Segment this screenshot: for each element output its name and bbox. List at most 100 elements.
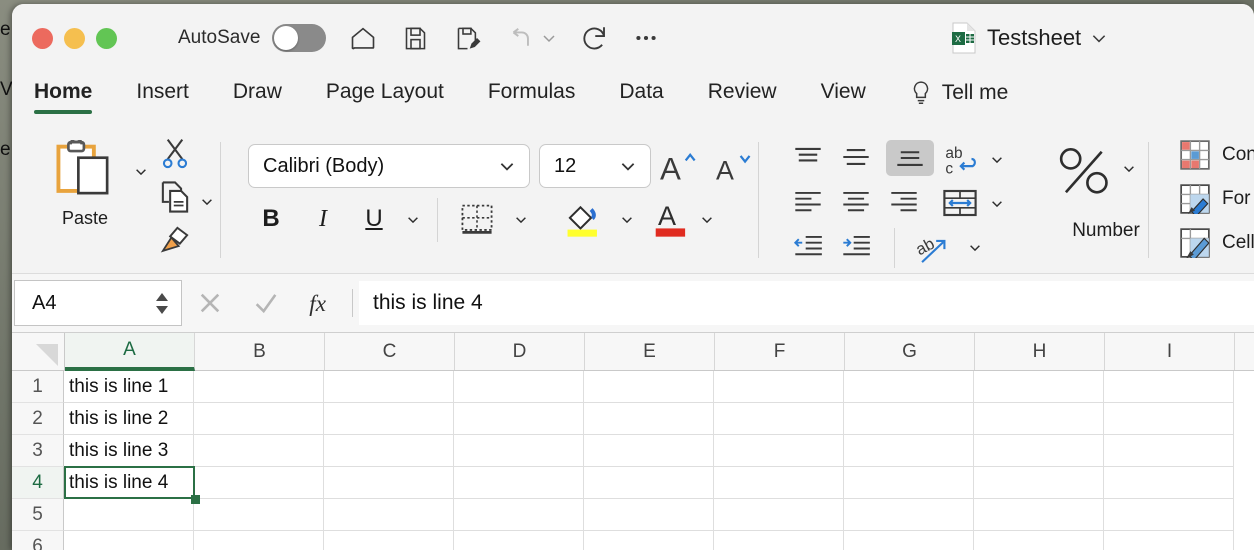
bold-button[interactable]: B: [254, 200, 288, 238]
underline-button[interactable]: U: [357, 200, 391, 238]
cell-H1[interactable]: [974, 371, 1104, 403]
cell-A5[interactable]: [64, 499, 194, 531]
tell-me-button[interactable]: Tell me: [910, 72, 1009, 106]
increase-indent-button[interactable]: [838, 230, 874, 260]
save-icon[interactable]: [400, 23, 430, 53]
conditional-formatting-button[interactable]: Con: [1180, 140, 1254, 170]
decrease-indent-button[interactable]: [790, 230, 826, 260]
cancel-edit-button[interactable]: [182, 281, 238, 325]
cell-H4[interactable]: [974, 467, 1104, 499]
cell-I5[interactable]: [1104, 499, 1234, 531]
font-size-chevron-down-icon[interactable]: [619, 157, 650, 175]
more-options-icon[interactable]: [631, 23, 661, 53]
bottom-align-button[interactable]: [886, 140, 934, 176]
column-header-e[interactable]: E: [585, 333, 715, 370]
fill-color-dropdown-chevron-down-icon[interactable]: [620, 212, 634, 226]
copy-dropdown-chevron-down-icon[interactable]: [200, 194, 214, 208]
autosave-toggle[interactable]: [272, 24, 326, 52]
cell-H5[interactable]: [974, 499, 1104, 531]
column-header-b[interactable]: B: [195, 333, 325, 370]
cell-F1[interactable]: [714, 371, 844, 403]
cell-A3[interactable]: this is line 3: [64, 435, 194, 467]
cell-I1[interactable]: [1104, 371, 1234, 403]
font-color-dropdown-chevron-down-icon[interactable]: [700, 212, 714, 226]
tab-view[interactable]: View: [821, 72, 866, 104]
row-header-6[interactable]: 6: [12, 531, 64, 550]
cell-G4[interactable]: [844, 467, 974, 499]
copy-icon[interactable]: [158, 180, 192, 219]
name-box-spinner[interactable]: [155, 293, 181, 314]
align-center-button[interactable]: [838, 186, 874, 216]
cell-I3[interactable]: [1104, 435, 1234, 467]
font-name-combobox[interactable]: Calibri (Body): [248, 144, 530, 188]
document-title-group[interactable]: X Testsheet: [950, 22, 1108, 54]
cell-E6[interactable]: [584, 531, 714, 550]
insert-function-button[interactable]: fx: [294, 281, 350, 325]
cell-G5[interactable]: [844, 499, 974, 531]
decrease-font-size-button[interactable]: A: [715, 146, 755, 186]
cell-I4[interactable]: [1104, 467, 1234, 499]
cell-G6[interactable]: [844, 531, 974, 550]
top-align-button[interactable]: [790, 142, 826, 172]
paste-dropdown-chevron-down-icon[interactable]: [134, 164, 148, 178]
confirm-edit-button[interactable]: [238, 281, 294, 325]
tab-insert[interactable]: Insert: [136, 72, 189, 104]
cell-I2[interactable]: [1104, 403, 1234, 435]
tab-formulas[interactable]: Formulas: [488, 72, 576, 104]
cell-F4[interactable]: [714, 467, 844, 499]
cell-styles-button[interactable]: Cell: [1180, 228, 1254, 258]
cell-E2[interactable]: [584, 403, 714, 435]
cell-A2[interactable]: this is line 2: [64, 403, 194, 435]
close-window-button[interactable]: [32, 28, 53, 49]
cell-A1[interactable]: this is line 1: [64, 371, 194, 403]
name-box[interactable]: A4: [14, 280, 182, 326]
cell-B5[interactable]: [194, 499, 324, 531]
row-header-4[interactable]: 4: [12, 467, 64, 499]
cell-C1[interactable]: [324, 371, 454, 403]
font-color-button[interactable]: A: [649, 198, 693, 240]
italic-button[interactable]: I: [306, 200, 340, 238]
cell-E3[interactable]: [584, 435, 714, 467]
cell-B2[interactable]: [194, 403, 324, 435]
cell-D6[interactable]: [454, 531, 584, 550]
cell-F6[interactable]: [714, 531, 844, 550]
cell-C4[interactable]: [324, 467, 454, 499]
cell-A6[interactable]: [64, 531, 194, 550]
cell-A4[interactable]: this is line 4: [64, 467, 194, 499]
cell-H3[interactable]: [974, 435, 1104, 467]
redo-icon[interactable]: [579, 23, 609, 53]
cell-G1[interactable]: [844, 371, 974, 403]
cell-B3[interactable]: [194, 435, 324, 467]
align-right-button[interactable]: [886, 186, 922, 216]
wrap-text-dropdown-chevron-down-icon[interactable]: [990, 152, 1004, 166]
cell-F3[interactable]: [714, 435, 844, 467]
cell-E5[interactable]: [584, 499, 714, 531]
cell-C5[interactable]: [324, 499, 454, 531]
cell-G2[interactable]: [844, 403, 974, 435]
align-left-button[interactable]: [790, 186, 826, 216]
number-format-chevron-down-icon[interactable]: [1122, 161, 1136, 175]
formula-input[interactable]: this is line 4: [359, 281, 1254, 325]
borders-button[interactable]: [456, 200, 498, 238]
tab-review[interactable]: Review: [708, 72, 777, 104]
cell-E1[interactable]: [584, 371, 714, 403]
save-as-icon[interactable]: [452, 23, 482, 53]
tab-data[interactable]: Data: [619, 72, 663, 104]
cell-D5[interactable]: [454, 499, 584, 531]
cell-B6[interactable]: [194, 531, 324, 550]
paste-button[interactable]: Paste: [42, 140, 128, 229]
cell-H2[interactable]: [974, 403, 1104, 435]
column-header-f[interactable]: F: [715, 333, 845, 370]
merge-dropdown-chevron-down-icon[interactable]: [990, 196, 1004, 210]
wrap-text-button[interactable]: ab c: [940, 140, 984, 178]
cell-I6[interactable]: [1104, 531, 1234, 550]
cut-icon[interactable]: [158, 136, 192, 175]
font-name-chevron-down-icon[interactable]: [498, 157, 529, 175]
maximize-window-button[interactable]: [96, 28, 117, 49]
orientation-dropdown-chevron-down-icon[interactable]: [968, 240, 982, 254]
cell-G3[interactable]: [844, 435, 974, 467]
cell-D2[interactable]: [454, 403, 584, 435]
format-painter-icon[interactable]: [158, 224, 192, 261]
increase-font-size-button[interactable]: A: [659, 146, 699, 186]
document-menu-chevron-down-icon[interactable]: [1090, 29, 1108, 47]
